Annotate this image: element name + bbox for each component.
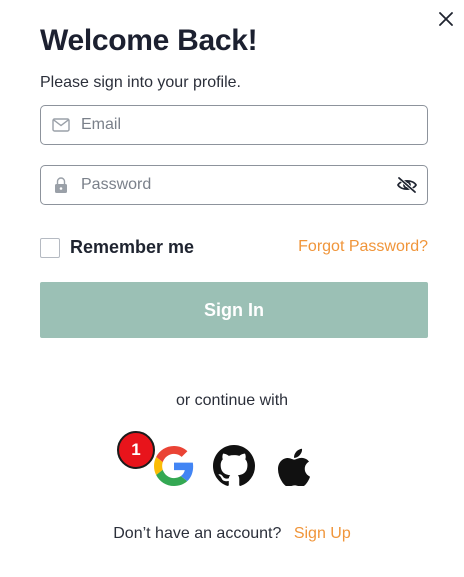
github-icon [213,445,255,486]
forgot-password-link[interactable]: Forgot Password? [298,238,428,256]
remember-me-toggle[interactable]: Remember me [40,237,194,258]
page-title: Welcome Back! [40,24,258,57]
apple-sign-in-button[interactable] [272,444,316,488]
google-icon [154,446,194,486]
toggle-password-visibility-button[interactable] [387,166,427,204]
google-sign-in-button[interactable] [152,444,196,488]
close-button[interactable] [436,9,456,29]
remember-me-checkbox[interactable] [40,237,60,258]
notification-badge: 1 [117,431,155,469]
eye-off-icon [396,176,418,194]
sign-in-button[interactable]: Sign In [40,282,428,338]
lock-icon [41,166,81,204]
sign-in-modal: Welcome Back! Please sign into your prof… [0,0,464,577]
mail-icon [41,106,81,144]
email-input[interactable] [81,106,427,144]
apple-icon [278,448,311,486]
github-sign-in-button[interactable] [212,444,256,488]
password-input[interactable] [81,166,387,204]
page-subtitle: Please sign into your profile. [40,74,241,91]
email-field-wrapper [40,105,428,145]
close-icon [439,12,453,26]
continue-with-label: or continue with [175,392,289,409]
signup-prompt-row: Don’t have an account? Sign Up [0,525,464,543]
signup-prompt-text: Don’t have an account? [113,525,282,542]
remember-me-label: Remember me [70,237,195,257]
sign-up-link[interactable]: Sign Up [294,525,351,542]
password-field-wrapper [40,165,428,205]
